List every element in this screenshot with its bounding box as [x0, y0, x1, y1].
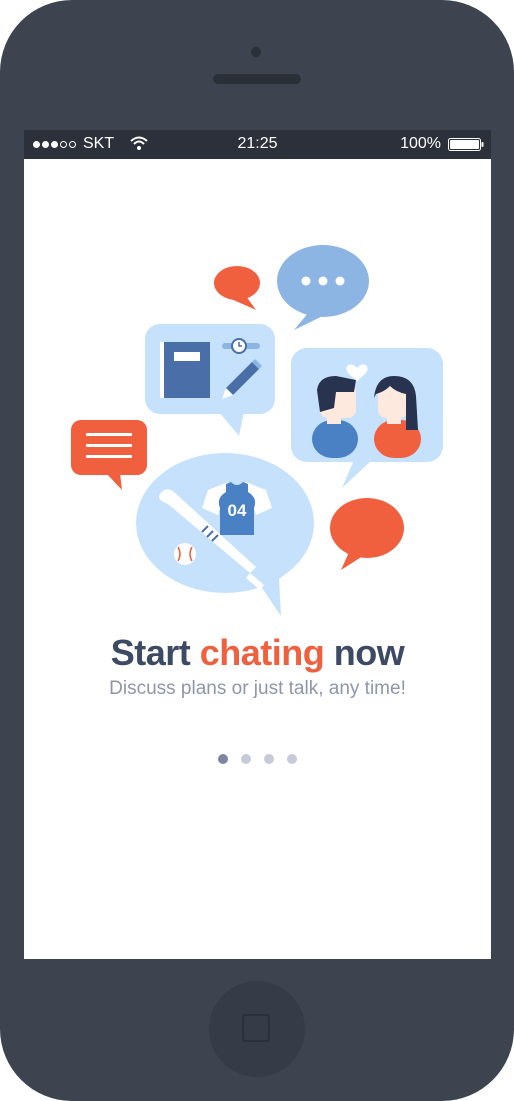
page-dot[interactable]	[241, 754, 251, 764]
message-lines-icon	[71, 420, 147, 490]
page-dot-active[interactable]	[218, 754, 228, 764]
chat-illustration: 04	[71, 245, 443, 616]
home-button[interactable]	[209, 981, 305, 1077]
sports-bubble: 04	[136, 453, 314, 616]
ellipsis-bubble-icon	[277, 245, 369, 330]
screen: SKT 21:25 100% 04 Start chating now Disc…	[24, 130, 491, 959]
phone-frame: SKT 21:25 100% 04 Start chating now Disc…	[0, 0, 514, 1101]
couple-bubble	[291, 348, 443, 488]
page-dot[interactable]	[264, 754, 274, 764]
notebook-bubble	[145, 324, 275, 436]
home-square-icon	[242, 1014, 270, 1042]
jersey-number: 04	[228, 501, 247, 520]
chat-bubble-icon	[330, 498, 404, 570]
chat-bubble-icon	[214, 266, 260, 310]
onboarding-headline: Start chating now	[24, 632, 491, 674]
headline-accent: chating	[199, 632, 325, 673]
page-dot[interactable]	[287, 754, 297, 764]
earpiece-speaker	[213, 74, 301, 84]
front-camera	[251, 47, 261, 57]
headline-start: Start	[110, 632, 200, 673]
onboarding-subtitle: Discuss plans or just talk, any time!	[109, 678, 406, 699]
headline-end: now	[324, 632, 405, 673]
page-indicator[interactable]	[218, 754, 310, 764]
baseball-icon	[174, 543, 196, 565]
